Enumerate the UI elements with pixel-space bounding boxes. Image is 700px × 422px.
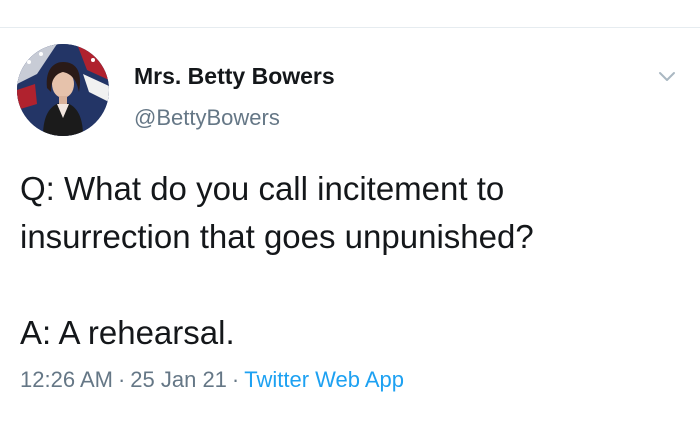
meta-separator: · — [117, 367, 126, 392]
tweet-text-line: A: A rehearsal. — [20, 314, 235, 351]
chevron-down-icon[interactable] — [655, 65, 679, 89]
tweet-text: Q: What do you call incitement to insurr… — [20, 165, 680, 357]
tweet-source-link[interactable]: Twitter Web App — [244, 367, 404, 392]
tweet-text-line: Q: What do you call incitement to — [20, 170, 505, 207]
meta-separator: · — [231, 367, 240, 392]
author-handle[interactable]: @BettyBowers — [134, 104, 280, 132]
tweet-card: Mrs. Betty Bowers @BettyBowers Q: What d… — [0, 28, 700, 422]
tweet-date[interactable]: 25 Jan 21 — [130, 367, 227, 392]
tweet-time[interactable]: 12:26 AM — [20, 367, 113, 392]
tweet-metadata: 12:26 AM · 25 Jan 21 · Twitter Web App — [20, 366, 404, 394]
avatar[interactable] — [17, 44, 109, 136]
avatar-image — [17, 44, 109, 136]
tweet-text-line: insurrection that goes unpunished? — [20, 218, 534, 255]
author-display-name[interactable]: Mrs. Betty Bowers — [134, 62, 335, 90]
